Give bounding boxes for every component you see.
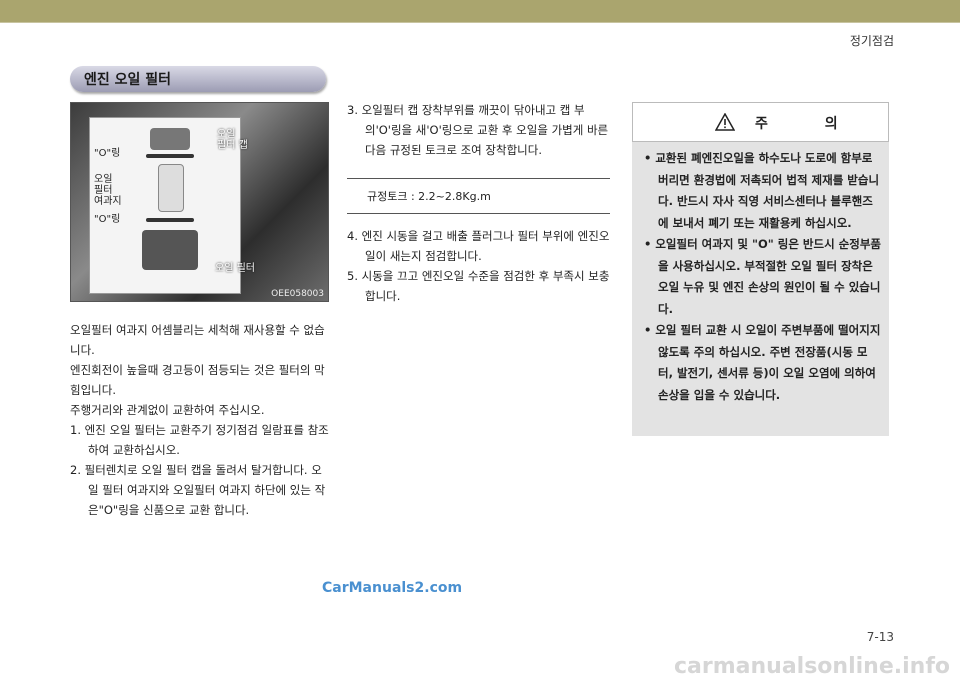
label-oil-filter: 오일 필터 <box>215 263 255 274</box>
step-1: 1. 엔진 오일 필터는 교환주기 정기점검 일람표를 참조하여 교환하십시오. <box>70 423 329 457</box>
paragraph: 엔진회전이 높을때 경고등이 점등되는 것은 필터의 막힘입니다. <box>70 363 325 397</box>
caution-item: • 오일필터 여과지 및 "O" 링은 반드시 순정부품을 사용하십시오. 부적… <box>644 237 881 316</box>
top-divider <box>0 22 960 23</box>
filter-housing-shape <box>142 230 198 270</box>
label-o-ring-top: "O"링 <box>94 148 121 159</box>
warning-triangle-icon <box>715 113 735 131</box>
figure-code: OEE058003 <box>271 289 324 299</box>
torque-spec-box: 규정토크 : 2.2~2.8Kg.m <box>347 178 610 214</box>
filter-element-shape <box>158 164 184 212</box>
subtitle-text: 엔진 오일 필터 <box>84 72 172 88</box>
step-4: 4. 엔진 시동을 걸고 배출 플러그나 필터 부위에 엔진오일이 새는지 점검… <box>347 229 610 263</box>
section-title: 정기점검 <box>849 34 894 48</box>
label-filter-cap: 오일 필터 캡 <box>217 129 248 151</box>
caution-box: 주 의 • 교환된 폐엔진오일을 하수도나 도로에 함부로 버리면 환경법에 저… <box>632 102 889 436</box>
subtitle-pill: 엔진 오일 필터 <box>70 66 326 92</box>
label-o-ring-bottom: "O"링 <box>94 214 121 225</box>
paragraph: 오일필터 여과지 어셈블리는 세척해 재사용할 수 없습니다. <box>70 323 325 357</box>
label-filter-element: 오일 필터 여과지 <box>94 174 122 207</box>
step-2: 2. 필터렌치로 오일 필터 캡을 돌려서 탈거합니다. 오일 필터 여과지와 … <box>70 463 326 517</box>
torque-spec: 규정토크 : 2.2~2.8Kg.m <box>367 190 491 203</box>
oil-filter-photo: "O"링 오일 필터 여과지 "O"링 오일 필터 캡 오일 필터 OEE058… <box>70 102 329 302</box>
middle-steps-after: 4. 엔진 시동을 걸고 배출 플러그나 필터 부위에 엔진오일이 새는지 점검… <box>347 226 611 306</box>
caution-body: • 교환된 폐엔진오일을 하수도나 도로에 함부로 버리면 환경법에 저촉되어 … <box>644 148 882 406</box>
o-ring-top-shape <box>146 154 194 158</box>
step-3: 3. 오일필터 캡 장착부위를 깨끗이 닦아내고 캡 부의'O'링을 새'O'링… <box>347 103 609 157</box>
top-band <box>0 0 960 22</box>
paragraph: 주행거리와 관계없이 교환하여 주십시오. <box>70 403 265 417</box>
filter-cap-shape <box>150 128 190 150</box>
watermark-carmanualsonline: carmanualsonline.info <box>674 654 950 679</box>
caution-item: • 교환된 폐엔진오일을 하수도나 도로에 함부로 버리면 환경법에 저촉되어 … <box>644 151 880 230</box>
caution-title: 주 의 <box>755 116 864 132</box>
watermark-carmanuals2[interactable]: CarManuals2.com <box>322 580 462 596</box>
caution-item: • 오일 필터 교환 시 오일이 주변부품에 떨어지지 않도록 주의 하십시오.… <box>644 323 881 402</box>
middle-step-3: 3. 오일필터 캡 장착부위를 깨끗이 닦아내고 캡 부의'O'링을 새'O'링… <box>347 100 611 160</box>
caution-header: 주 의 <box>632 102 889 142</box>
step-5: 5. 시동을 끄고 엔진오일 수준을 점검한 후 부족시 보충합니다. <box>347 269 610 303</box>
o-ring-bottom-shape <box>146 218 194 222</box>
page-number: 7-13 <box>866 630 894 644</box>
left-text-column: 오일필터 여과지 어셈블리는 세척해 재사용할 수 없습니다. 엔진회전이 높을… <box>70 320 332 520</box>
